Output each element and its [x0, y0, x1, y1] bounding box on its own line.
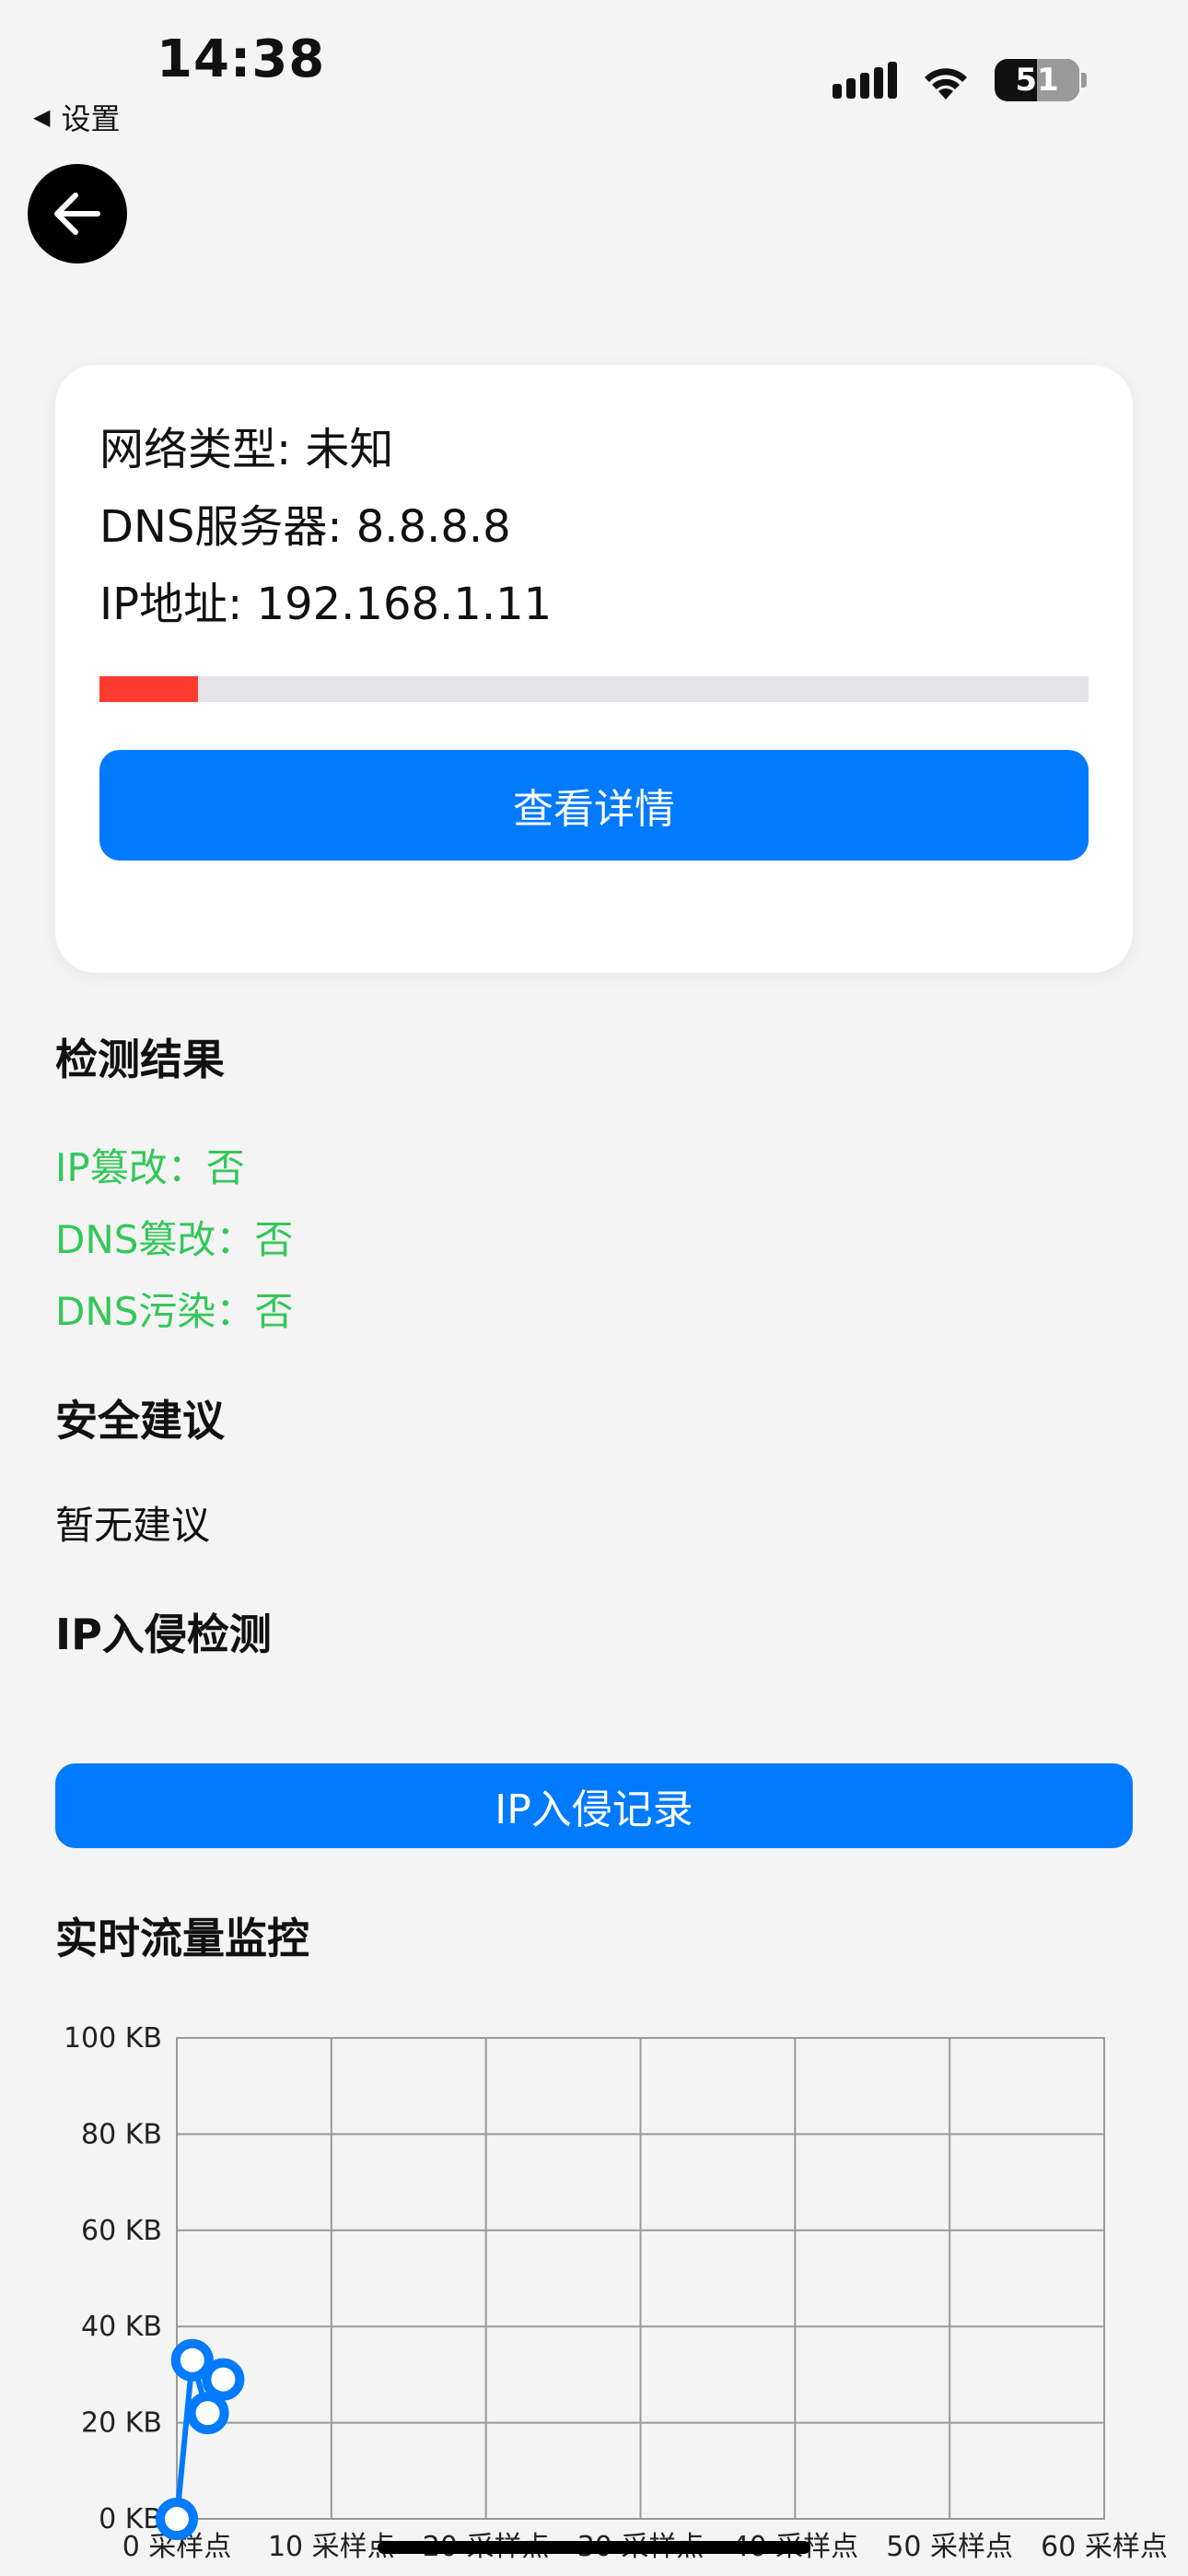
- status-indicators: 51: [833, 59, 1087, 101]
- chart-x-tick-label: 60 采样点: [1041, 2531, 1168, 2563]
- home-indicator[interactable]: [378, 2541, 810, 2554]
- ip-tamper-result: IP篡改：否: [55, 1145, 245, 1190]
- status-time: 14:38: [157, 29, 326, 89]
- advice-text: 暂无建议: [55, 1503, 211, 1548]
- dns-pollution-result: DNS污染：否: [55, 1289, 294, 1334]
- cellular-signal-icon: [833, 62, 897, 99]
- chart-data-point: [156, 2498, 198, 2540]
- chart-y-tick-label: 20 KB: [81, 2407, 162, 2440]
- dns-server: DNS服务器: 8.8.8.8: [99, 501, 511, 553]
- arrow-left-icon: [54, 193, 100, 235]
- risk-progress-fill: [99, 676, 199, 702]
- chart-y-tick-label: 40 KB: [81, 2311, 162, 2343]
- dns-tamper-result: DNS篡改：否: [55, 1217, 294, 1262]
- chart-data-point: [186, 2392, 229, 2435]
- status-back-label: 设置: [61, 101, 121, 136]
- intrusion-title: IP入侵检测: [55, 1610, 272, 1659]
- results-title: 检测结果: [55, 1035, 225, 1084]
- network-type: 网络类型: 未知: [99, 424, 394, 475]
- chart-data-point: [202, 2358, 245, 2401]
- chart-y-tick-label: 100 KB: [64, 2022, 162, 2055]
- chart-y-tick-label: 0 KB: [99, 2503, 162, 2535]
- view-details-button[interactable]: 查看详情: [99, 750, 1089, 861]
- wifi-icon: [925, 68, 967, 100]
- network-info-card: 网络类型: 未知 DNS服务器: 8.8.8.8 IP地址: 192.168.1…: [55, 365, 1133, 973]
- back-triangle-icon: ◀: [33, 104, 51, 130]
- status-back-link[interactable]: ◀ 设置: [33, 96, 120, 138]
- traffic-chart: 0 采样点10 采样点20 采样点30 采样点40 采样点50 采样点60 采样…: [64, 2022, 1168, 2563]
- battery-icon: 51: [995, 59, 1079, 101]
- intrusion-records-button[interactable]: IP入侵记录: [55, 1763, 1133, 1848]
- chart-y-tick-label: 60 KB: [81, 2215, 162, 2247]
- back-button[interactable]: [28, 164, 127, 263]
- chart-x-tick-label: 50 采样点: [886, 2531, 1013, 2563]
- risk-progress-bar: [99, 676, 1089, 702]
- advice-title: 安全建议: [55, 1396, 225, 1446]
- ip-address: IP地址: 192.168.1.11: [99, 579, 553, 630]
- battery-level: 51: [1015, 62, 1059, 99]
- traffic-title: 实时流量监控: [55, 1914, 309, 1963]
- chart-x-tick-label: 10 采样点: [268, 2531, 395, 2563]
- chart-y-tick-label: 80 KB: [81, 2118, 162, 2150]
